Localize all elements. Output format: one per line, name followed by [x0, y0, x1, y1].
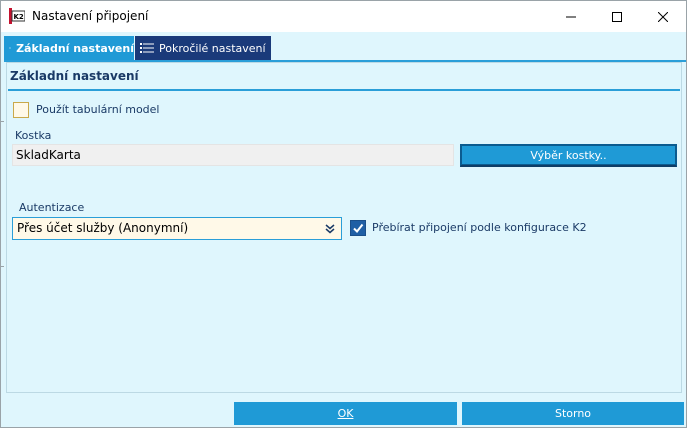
minimize-button[interactable] — [548, 1, 594, 32]
select-cube-label: Výběr kostky.. — [530, 149, 607, 162]
checkmark-icon — [353, 223, 364, 234]
section-divider — [8, 89, 680, 91]
list-icon — [140, 43, 154, 53]
tabular-model-label: Použít tabulární model — [36, 103, 160, 116]
tab-basic-settings[interactable]: Základní nastavení — [4, 36, 134, 60]
authentication-select[interactable]: Přes účet služby (Anonymní) — [12, 217, 342, 240]
cube-input[interactable] — [12, 144, 454, 166]
dialog-window: K2 Nastavení připojení Základní nastaven… — [0, 0, 687, 428]
title-bar: K2 Nastavení připojení — [1, 1, 686, 32]
section-title: Základní nastavení — [10, 69, 139, 83]
authentication-label: Autentizace — [19, 201, 85, 214]
tab-advanced-label: Pokročilé nastavení — [159, 41, 266, 55]
ok-label: OK — [337, 407, 354, 420]
svg-text:K2: K2 — [14, 13, 24, 21]
close-icon — [658, 11, 668, 22]
minimize-icon — [566, 16, 576, 17]
maximize-button[interactable] — [594, 1, 640, 32]
tab-strip: Základní nastavení Pokročilé nastavení — [4, 36, 686, 62]
tab-basic-label: Základní nastavení — [16, 41, 134, 55]
take-connection-checkbox[interactable] — [350, 220, 366, 236]
tabular-model-checkbox[interactable] — [13, 102, 29, 118]
k2-app-icon: K2 — [9, 8, 26, 24]
take-connection-label: Přebírat připojení podle konfigurace K2 — [372, 221, 587, 234]
cube-label: Kostka — [15, 129, 52, 142]
cancel-label: Storno — [554, 407, 592, 420]
close-button[interactable] — [640, 1, 686, 32]
left-edge-mark — [1, 266, 4, 267]
select-cube-button[interactable]: Výběr kostky.. — [460, 144, 677, 167]
double-chevron-down-icon — [325, 224, 335, 234]
left-edge-mark — [1, 121, 4, 122]
ok-button[interactable]: OK — [234, 402, 457, 425]
authentication-selected-value: Přes účet služby (Anonymní) — [17, 221, 189, 235]
list-icon — [9, 47, 12, 49]
maximize-icon — [612, 11, 622, 22]
tab-advanced-settings[interactable]: Pokročilé nastavení — [135, 36, 271, 60]
cancel-button[interactable]: Storno — [462, 402, 684, 425]
window-title: Nastavení připojení — [32, 9, 149, 23]
